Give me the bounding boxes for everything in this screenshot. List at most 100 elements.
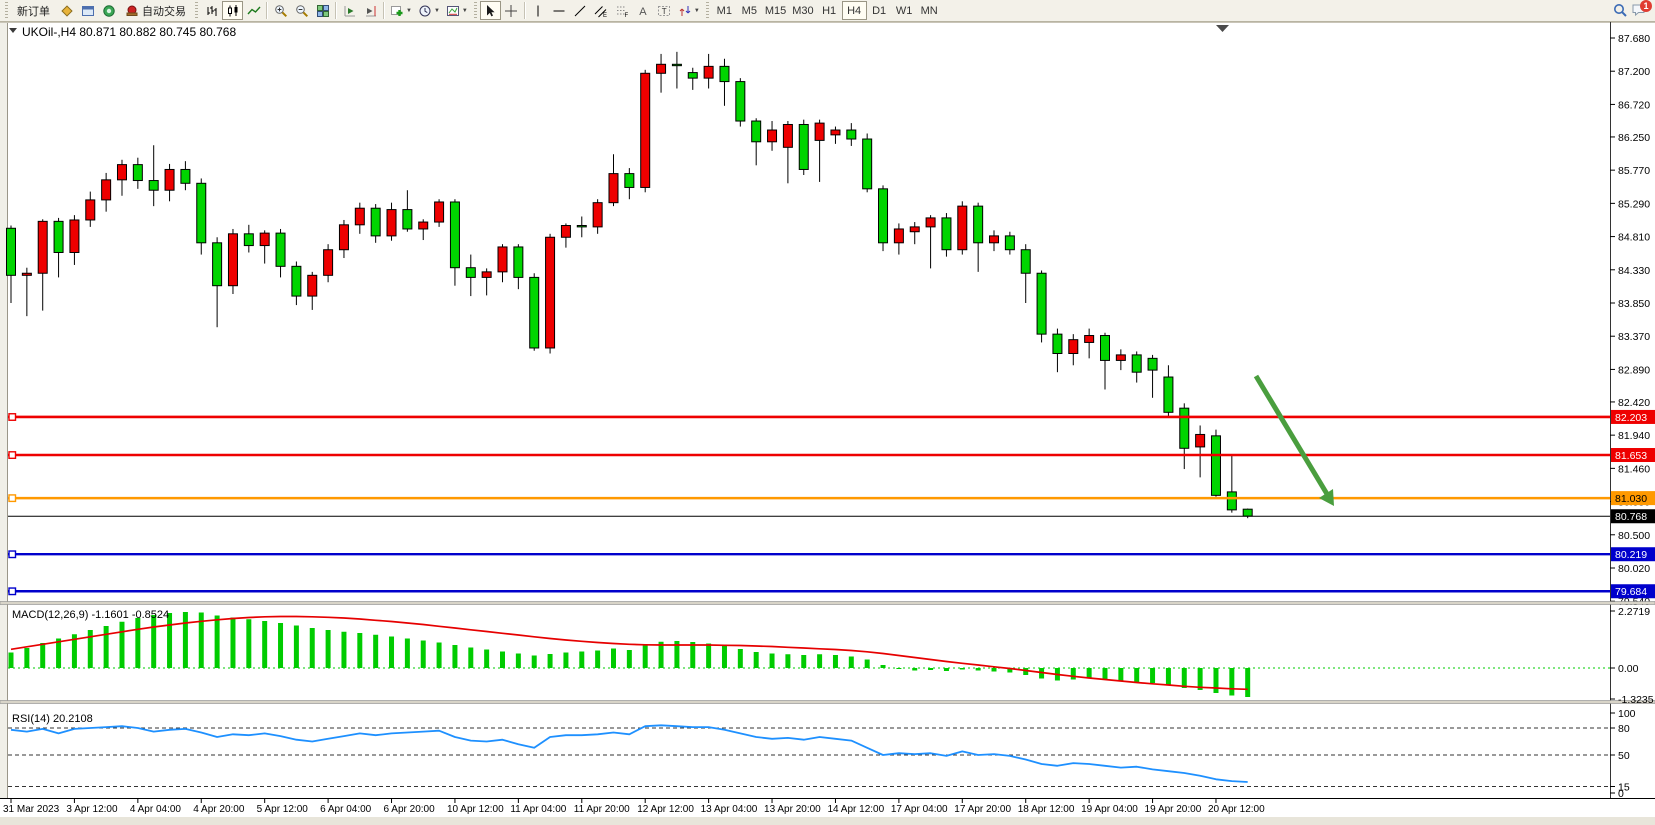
auto-scroll-icon [343, 4, 357, 18]
rsi-axis-label: 50 [1618, 750, 1630, 762]
auto-scroll-button[interactable] [339, 1, 360, 20]
timeframe-m1[interactable]: M1 [712, 1, 737, 20]
market-watch-button[interactable] [98, 1, 119, 20]
auto-trading-button[interactable]: 自动交易 [119, 1, 192, 20]
candle-body [720, 66, 729, 81]
time-label: 5 Apr 12:00 [257, 804, 309, 815]
svg-text:E: E [603, 13, 607, 18]
candle-body [117, 165, 126, 180]
macd-axis-label: 2.2719 [1618, 606, 1650, 618]
trendline-icon [573, 4, 587, 18]
line-marker[interactable] [9, 414, 16, 421]
timeframe-d1[interactable]: D1 [867, 1, 892, 20]
rsi-axis-label: 80 [1618, 723, 1630, 735]
trendline-button[interactable] [570, 1, 591, 20]
toolbar-grip[interactable] [5, 2, 8, 19]
candle-body [752, 121, 761, 142]
bar-chart-button[interactable] [201, 1, 222, 20]
zoom-in-button[interactable] [270, 1, 291, 20]
new-order-button[interactable]: 新订单 [11, 1, 56, 20]
text-tool-button[interactable]: A [633, 1, 654, 20]
equidistant-channel-button[interactable]: E [591, 1, 612, 20]
toolbar-grip[interactable] [474, 2, 477, 19]
period-button[interactable]: ▼ [415, 1, 443, 20]
cursor-icon [483, 4, 497, 18]
toolbar-grip[interactable] [706, 2, 709, 19]
chat-button[interactable]: 1 [1631, 2, 1647, 20]
time-label: 17 Apr 04:00 [891, 804, 948, 815]
cursor-button[interactable] [480, 1, 501, 20]
candle-body [990, 236, 999, 243]
candle-body [926, 218, 935, 227]
new-chart-button[interactable] [77, 1, 98, 20]
line-marker[interactable] [9, 588, 16, 595]
vertical-line-button[interactable] [528, 1, 549, 20]
timeframe-m30[interactable]: M30 [789, 1, 816, 20]
candle-body [1100, 336, 1109, 361]
candle-body [657, 64, 666, 73]
candle-body [482, 272, 491, 278]
auto-trading-icon [125, 4, 139, 18]
toolbar-grip[interactable] [195, 2, 198, 19]
add-indicator-button[interactable]: ▼ [387, 1, 415, 20]
timeframe-h1[interactable]: H1 [817, 1, 842, 20]
price-tick-label: 85.290 [1618, 198, 1650, 210]
tile-windows-button[interactable] [312, 1, 333, 20]
fibonacci-button[interactable]: F [612, 1, 633, 20]
chart-area[interactable]: 87.68087.20086.72086.25085.77085.29084.8… [0, 22, 1655, 825]
line-chart-button[interactable] [243, 1, 264, 20]
horizontal-line-button[interactable] [549, 1, 570, 20]
price-badge-label: 79.684 [1615, 586, 1647, 598]
candle-body [1196, 434, 1205, 446]
candle-body [22, 273, 31, 275]
panel-splitter[interactable] [0, 701, 1655, 704]
search-icon [1613, 3, 1628, 18]
candle-body [688, 73, 697, 79]
time-label: 18 Apr 12:00 [1018, 804, 1075, 815]
quotes-button[interactable] [56, 1, 77, 20]
candle-body [435, 202, 444, 222]
timeframe-w1[interactable]: W1 [892, 1, 917, 20]
arrows-tool-button[interactable]: ▼ [675, 1, 703, 20]
crosshair-button[interactable] [501, 1, 522, 20]
candlestick-chart-button[interactable] [222, 1, 243, 20]
horizontal-line-icon [552, 4, 566, 18]
line-marker[interactable] [9, 551, 16, 558]
macd-axis-label: 0.00 [1618, 663, 1639, 675]
candle-body [355, 208, 364, 225]
crosshair-icon [504, 4, 518, 18]
line-marker[interactable] [9, 452, 16, 459]
time-label: 31 Mar 2023 [3, 804, 60, 815]
candle-body [577, 226, 586, 227]
timeframe-m5[interactable]: M5 [737, 1, 762, 20]
arrows-icon [678, 4, 692, 18]
candle-body [466, 268, 475, 278]
timeframe-m15[interactable]: M15 [762, 1, 789, 20]
chart-shift-button[interactable] [360, 1, 381, 20]
chevron-down-icon[interactable]: ▼ [694, 8, 700, 14]
text-label-button[interactable]: T [654, 1, 675, 20]
time-label: 4 Apr 20:00 [193, 804, 245, 815]
line-marker[interactable] [9, 495, 16, 502]
timeframe-group: M1M5M15M30H1H4D1W1MN [712, 1, 942, 20]
bar-chart-icon [205, 4, 219, 18]
panel-splitter[interactable] [0, 602, 1655, 605]
window-bottom-edge [0, 817, 1655, 825]
timeframe-mn[interactable]: MN [917, 1, 942, 20]
price-tick-label: 87.680 [1618, 33, 1650, 45]
candle-body [450, 202, 459, 268]
candle-body [276, 233, 285, 266]
chevron-down-icon[interactable]: ▼ [434, 8, 440, 14]
candle-body [387, 210, 396, 236]
template-button[interactable]: ▼ [443, 1, 471, 20]
search-button[interactable] [1610, 1, 1631, 20]
equidistant-channel-icon: E [594, 4, 608, 18]
zoom-out-button[interactable] [291, 1, 312, 20]
chart-background [0, 22, 1655, 825]
chevron-down-icon[interactable]: ▼ [462, 8, 468, 14]
chevron-down-icon[interactable]: ▼ [406, 8, 412, 14]
timeframe-h4[interactable]: H4 [842, 1, 867, 20]
candle-body [910, 227, 919, 232]
time-label: 19 Apr 04:00 [1081, 804, 1138, 815]
price-badge-label: 80.768 [1615, 511, 1647, 523]
